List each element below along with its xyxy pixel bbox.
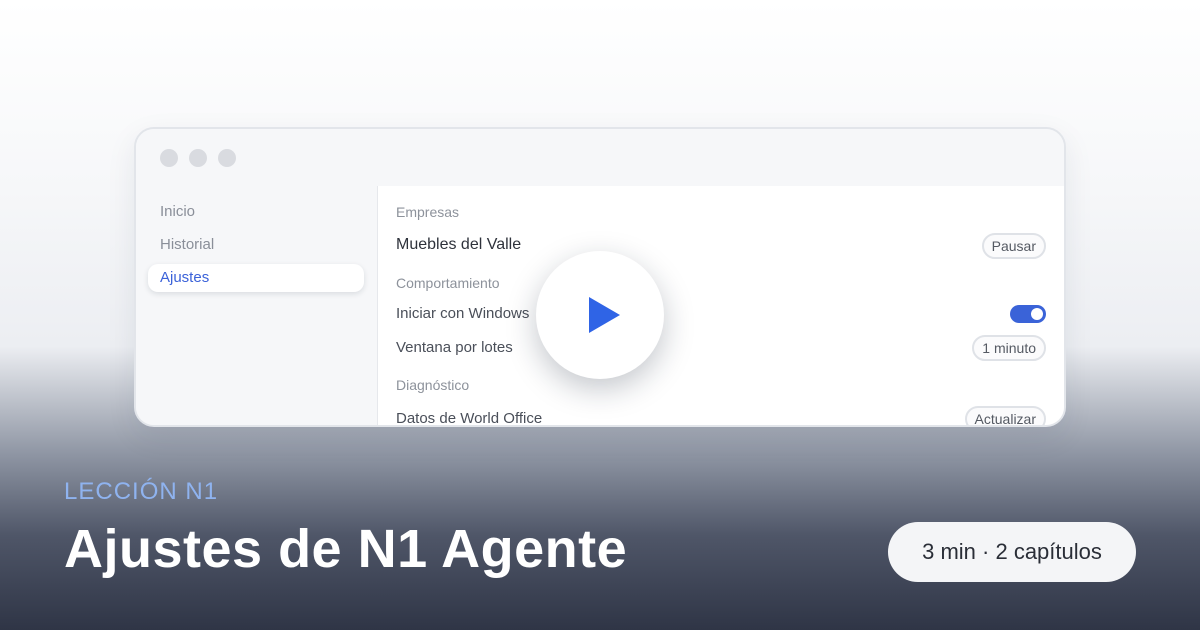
- play-icon: [589, 297, 620, 333]
- sidebar-item-ajustes[interactable]: Ajustes: [148, 264, 364, 292]
- section-diagnostico: Diagnóstico: [396, 377, 470, 393]
- play-button[interactable]: [536, 251, 664, 379]
- window-titlebar: [136, 129, 1064, 187]
- window-close-dot[interactable]: [160, 148, 178, 167]
- refresh-button[interactable]: Actualizar: [964, 406, 1046, 425]
- window-minimize-dot[interactable]: [189, 148, 207, 167]
- world-office-data-label: Datos de World Office: [396, 410, 543, 427]
- window-maximize-dot[interactable]: [218, 148, 236, 167]
- startup-toggle[interactable]: [1010, 305, 1046, 323]
- company-name: Muebles del Valle: [396, 236, 522, 253]
- lesson-title: Ajustes de N1 Agente: [64, 519, 628, 579]
- batch-window-select[interactable]: 1 minuto: [972, 335, 1046, 361]
- sidebar-item-inicio[interactable]: Inicio: [148, 198, 364, 226]
- section-empresas: Empresas: [396, 204, 460, 220]
- sidebar-item-historial[interactable]: Historial: [148, 231, 364, 259]
- section-comportamiento: Comportamiento: [396, 275, 500, 291]
- lesson-eyebrow: LECCIÓN N1: [64, 478, 219, 505]
- settings-panel: Empresas Muebles del Valle Pausar Compor…: [378, 186, 1064, 425]
- pause-button[interactable]: Pausar: [981, 233, 1046, 259]
- lesson-meta-badge: 3 min · 2 capítulos: [888, 522, 1136, 582]
- batch-window-label: Ventana por lotes: [396, 339, 513, 356]
- sidebar: Inicio Historial Ajustes: [136, 186, 378, 425]
- toggle-knob: [1031, 308, 1043, 320]
- startup-label: Iniciar con Windows: [396, 305, 530, 322]
